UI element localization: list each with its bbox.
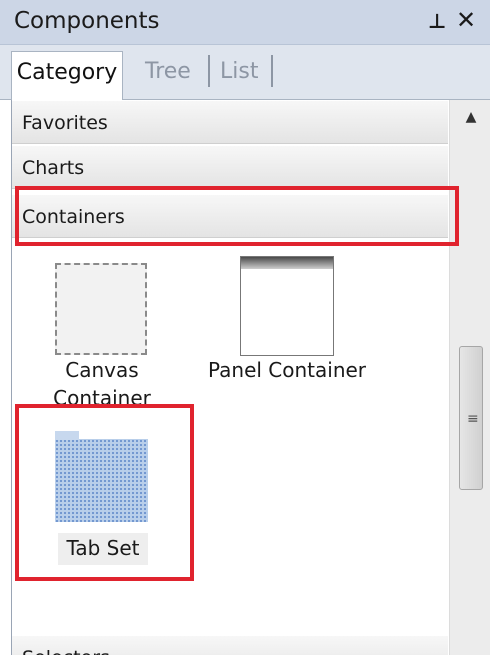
tab-category[interactable]: Category [11, 51, 123, 100]
vertical-scrollbar[interactable]: ▲ ≡ [449, 100, 490, 655]
tab-set-highlight-box [15, 404, 194, 581]
tab-strip: Category Tree List [0, 45, 490, 100]
pin-icon[interactable]: ⊥ [428, 9, 446, 33]
close-icon[interactable]: ✕ [456, 6, 476, 34]
panel-titlebar: Components ⊥ ✕ [0, 0, 490, 45]
scroll-thumb[interactable]: ≡ [459, 346, 483, 490]
panel-header-bar [241, 257, 333, 269]
tab-tree[interactable]: Tree [145, 51, 191, 95]
canvas-container-icon[interactable] [55, 263, 147, 355]
grip-icon: ≡ [467, 411, 479, 427]
tab-list[interactable]: List [220, 51, 258, 95]
canvas-container-label-line1: Canvas [65, 358, 139, 382]
panel-container-icon[interactable] [240, 256, 334, 356]
panel-container-label: Panel Container [207, 358, 367, 382]
category-selectors[interactable]: Selectors [12, 635, 448, 655]
panel-title: Components [14, 8, 160, 34]
scroll-up-icon[interactable]: ▲ [450, 102, 490, 132]
containers-highlight-box [15, 186, 459, 246]
tab-separator [271, 55, 273, 87]
category-charts[interactable]: Charts [12, 145, 448, 189]
tab-separator [208, 55, 210, 87]
category-favorites[interactable]: Favorites [12, 100, 448, 144]
